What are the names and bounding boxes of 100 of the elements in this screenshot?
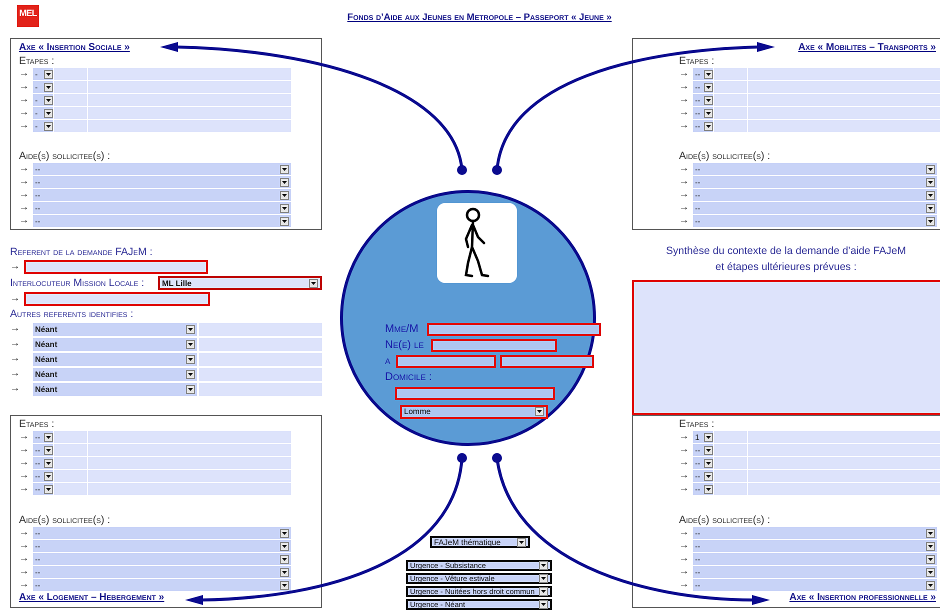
aid-dropdown[interactable]: --	[33, 176, 291, 188]
input-field[interactable]	[88, 483, 291, 495]
caret-icon[interactable]	[44, 70, 53, 78]
caret-icon[interactable]	[704, 458, 713, 468]
input-field[interactable]	[714, 107, 747, 119]
caret-icon[interactable]	[926, 568, 935, 576]
step-dropdown[interactable]: --	[693, 457, 713, 469]
caret-icon[interactable]	[704, 122, 713, 130]
caret-icon[interactable]	[44, 82, 53, 92]
caret-icon[interactable]	[926, 204, 935, 212]
input-field[interactable]	[748, 68, 940, 80]
input-field[interactable]	[88, 431, 291, 443]
input-field[interactable]	[714, 444, 747, 456]
step-dropdown[interactable]: --	[33, 457, 53, 469]
input-field[interactable]	[54, 483, 87, 495]
aid-dropdown[interactable]: --	[693, 540, 937, 552]
text-area[interactable]	[632, 280, 940, 415]
input-field[interactable]	[748, 120, 940, 132]
aid-dropdown[interactable]: --	[693, 189, 937, 201]
step-dropdown[interactable]: -	[33, 94, 53, 106]
input-field[interactable]	[54, 81, 87, 93]
caret-icon[interactable]	[280, 542, 289, 550]
input-field[interactable]	[748, 483, 940, 495]
input-field[interactable]	[748, 470, 940, 482]
aid-dropdown[interactable]: --	[33, 215, 291, 227]
caret-icon[interactable]	[926, 190, 935, 200]
aid-dropdown[interactable]: --	[33, 566, 291, 578]
input-field[interactable]	[714, 457, 747, 469]
input-field[interactable]	[396, 355, 496, 368]
aid-dropdown[interactable]: --	[693, 176, 937, 188]
caret-icon[interactable]	[44, 108, 53, 118]
input-field[interactable]	[54, 120, 87, 132]
input-field[interactable]	[54, 470, 87, 482]
input-field[interactable]	[88, 470, 291, 482]
aid-dropdown[interactable]: --	[693, 579, 937, 591]
input-field[interactable]	[88, 81, 291, 93]
caret-icon[interactable]	[704, 472, 713, 480]
input-field[interactable]	[88, 457, 291, 469]
input-field[interactable]	[714, 94, 747, 106]
dropdown[interactable]: Néant	[33, 322, 197, 336]
step-dropdown[interactable]: --	[693, 81, 713, 93]
input-field[interactable]	[199, 338, 322, 350]
caret-icon[interactable]	[704, 82, 713, 92]
input-field[interactable]	[748, 81, 940, 93]
aid-dropdown[interactable]: --	[33, 527, 291, 539]
step-dropdown[interactable]: --	[693, 107, 713, 119]
caret-icon[interactable]	[44, 484, 53, 494]
aid-dropdown[interactable]: --	[33, 189, 291, 201]
caret-icon[interactable]	[926, 554, 935, 564]
input-field[interactable]	[24, 260, 208, 274]
input-field[interactable]	[199, 382, 322, 396]
dropdown[interactable]: FAJeM thématique	[430, 536, 530, 548]
caret-icon[interactable]	[704, 484, 713, 494]
input-field[interactable]	[88, 94, 291, 106]
dropdown[interactable]: Néant	[33, 338, 197, 350]
input-field[interactable]	[88, 68, 291, 80]
caret-icon[interactable]	[926, 164, 935, 174]
step-dropdown[interactable]: -	[33, 81, 53, 93]
caret-icon[interactable]	[926, 178, 935, 186]
caret-icon[interactable]	[539, 561, 548, 570]
input-field[interactable]	[54, 431, 87, 443]
caret-icon[interactable]	[280, 178, 289, 186]
caret-icon[interactable]	[926, 216, 935, 226]
aid-dropdown[interactable]: --	[693, 553, 937, 565]
step-dropdown[interactable]: --	[693, 120, 713, 132]
caret-icon[interactable]	[704, 108, 713, 118]
caret-icon[interactable]	[44, 432, 53, 442]
dropdown[interactable]: ML Lille	[158, 276, 322, 290]
input-field[interactable]	[748, 94, 940, 106]
step-dropdown[interactable]: --	[33, 444, 53, 456]
input-field[interactable]	[54, 444, 87, 456]
caret-icon[interactable]	[280, 216, 289, 226]
caret-icon[interactable]	[704, 96, 713, 104]
caret-icon[interactable]	[280, 190, 289, 200]
input-field[interactable]	[199, 322, 322, 336]
input-field[interactable]	[748, 444, 940, 456]
dropdown[interactable]: Néant	[33, 352, 197, 366]
input-field[interactable]	[54, 457, 87, 469]
caret-icon[interactable]	[539, 600, 548, 609]
input-field[interactable]	[431, 339, 557, 352]
caret-icon[interactable]	[44, 458, 53, 468]
aid-dropdown[interactable]: --	[33, 163, 291, 175]
input-field[interactable]	[714, 470, 747, 482]
step-dropdown[interactable]: -	[33, 68, 53, 80]
input-field[interactable]	[54, 107, 87, 119]
step-dropdown[interactable]: --	[693, 483, 713, 495]
aid-dropdown[interactable]: --	[693, 566, 937, 578]
step-dropdown[interactable]: 1	[693, 431, 713, 443]
caret-icon[interactable]	[44, 472, 53, 480]
caret-icon[interactable]	[926, 580, 935, 590]
input-field[interactable]	[714, 483, 747, 495]
caret-icon[interactable]	[44, 446, 53, 454]
caret-icon[interactable]	[704, 70, 713, 78]
input-field[interactable]	[54, 94, 87, 106]
caret-icon[interactable]	[535, 407, 544, 416]
caret-icon[interactable]	[186, 324, 195, 334]
aid-dropdown[interactable]: --	[33, 202, 291, 214]
caret-icon[interactable]	[280, 164, 289, 174]
caret-icon[interactable]	[44, 96, 53, 104]
step-dropdown[interactable]: --	[693, 470, 713, 482]
